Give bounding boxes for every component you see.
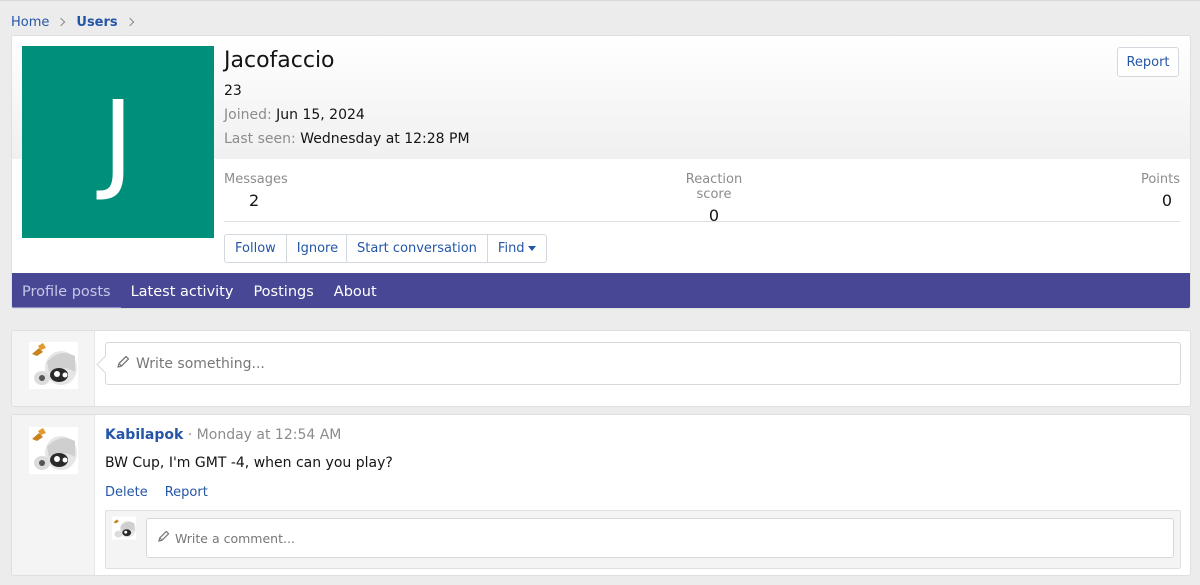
conversation-find-group: Start conversation Find	[346, 234, 547, 263]
delete-link[interactable]: Delete	[105, 485, 148, 500]
profile-tabs: Profile posts Latest activity Postings A…	[12, 273, 1190, 308]
joined-row: Joined: Jun 15, 2024	[224, 107, 365, 123]
pencil-icon	[157, 530, 170, 546]
profile-post-placeholder: Write something...	[136, 355, 265, 372]
chevron-right-icon	[57, 17, 66, 27]
last-seen-row: Last seen: Wednesday at 12:28 PM	[224, 131, 470, 147]
profile-post: Kabilapok · Monday at 12:54 AM BW Cup, I…	[11, 414, 1191, 576]
find-button[interactable]: Find	[486, 235, 546, 262]
stat-label: Reaction score	[685, 172, 743, 202]
avatar[interactable]: J	[22, 46, 214, 238]
comment-area: Write a comment...	[105, 510, 1181, 569]
tab-latest-activity[interactable]: Latest activity	[121, 273, 244, 308]
last-seen-value: Wednesday at 12:28 PM	[300, 131, 470, 147]
post-body: BW Cup, I'm GMT -4, when can you play?	[105, 455, 393, 471]
caret-down-icon	[527, 246, 536, 251]
last-seen-label: Last seen:	[224, 131, 296, 147]
commenter-avatar[interactable]	[112, 516, 136, 540]
stat-value: 0	[708, 206, 720, 225]
stats-row: Messages 2 Reaction score 0 Points 0	[224, 172, 1180, 225]
post-meta: Kabilapok · Monday at 12:54 AM	[105, 427, 341, 443]
find-label: Find	[497, 241, 525, 256]
tab-about[interactable]: About	[324, 273, 387, 308]
stat-label: Messages	[224, 172, 288, 187]
stat-points[interactable]: Points 0	[1141, 172, 1180, 210]
start-conversation-button[interactable]: Start conversation	[347, 235, 487, 262]
username: Jacofaccio	[224, 48, 335, 73]
author-avatar[interactable]	[29, 427, 78, 474]
profile-card: J Jacofaccio 23 Joined: Jun 15, 2024 Las…	[11, 35, 1191, 309]
breadcrumb-users[interactable]: Users	[76, 15, 117, 30]
meta-separator: ·	[183, 427, 197, 443]
stat-value: 0	[1161, 191, 1172, 210]
joined-value: Jun 15, 2024	[276, 107, 365, 123]
follow-ignore-group: Follow Ignore	[224, 234, 350, 263]
report-button[interactable]: Report	[1117, 47, 1179, 77]
report-link[interactable]: Report	[165, 485, 208, 500]
comment-placeholder: Write a comment...	[175, 530, 295, 546]
stat-label: Points	[1140, 172, 1180, 187]
pencil-icon	[116, 355, 130, 373]
composer-card: Write something...	[11, 330, 1191, 407]
user-avatar[interactable]	[29, 342, 78, 389]
stat-reaction-score: Reaction score 0	[669, 172, 759, 225]
post-timestamp[interactable]: Monday at 12:54 AM	[197, 427, 342, 443]
ignore-button[interactable]: Ignore	[285, 235, 348, 262]
user-title: 23	[224, 83, 242, 99]
tab-postings[interactable]: Postings	[243, 273, 323, 308]
stat-value: 2	[249, 191, 260, 210]
chevron-right-icon	[125, 17, 134, 27]
comment-input[interactable]: Write a comment...	[146, 518, 1174, 558]
follow-button[interactable]: Follow	[225, 235, 286, 262]
tab-profile-posts[interactable]: Profile posts	[12, 273, 121, 308]
post-author-link[interactable]: Kabilapok	[105, 427, 183, 443]
top-divider	[0, 0, 1200, 1]
stat-messages[interactable]: Messages 2	[224, 172, 288, 210]
joined-label: Joined:	[224, 107, 272, 123]
breadcrumb-home[interactable]: Home	[11, 15, 49, 30]
profile-post-input[interactable]: Write something...	[105, 342, 1181, 385]
post-actions: Delete Report	[105, 485, 208, 500]
breadcrumb: Home Users	[11, 13, 145, 31]
